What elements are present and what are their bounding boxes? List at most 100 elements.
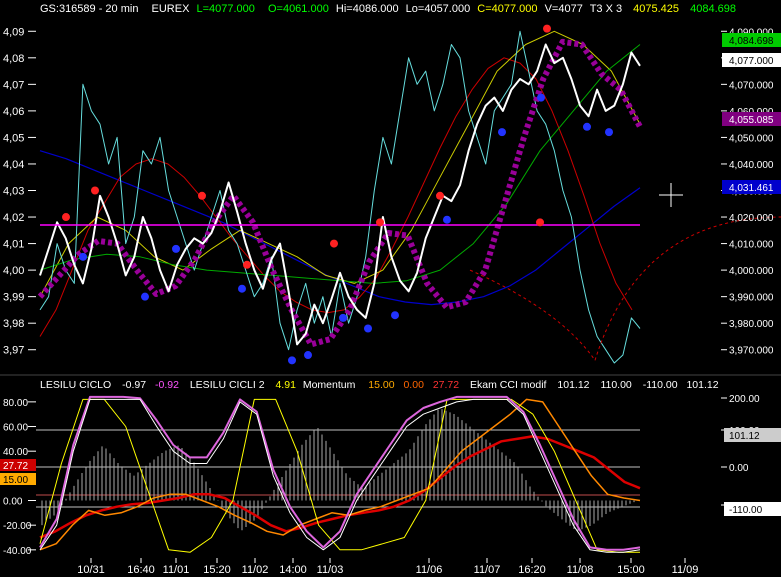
y-tick-label-left: 4,03 [3,186,24,198]
y-tick-label-left: 4,02 [3,212,24,224]
time-tick-label: 15:00 [617,564,645,576]
ind2-name2: Momentum [303,379,356,391]
time-axis: 10/31 16:40 11/01 15:20 11/02 14:00 11/03 11/06… [77,558,698,576]
time-tick-label: 15:20 [203,564,231,576]
indicator-flag-right-label: -110.00 [729,505,763,516]
cycle-top-marker [91,186,99,195]
indicator-tick-label-left: 80.00 [3,398,28,409]
y-tick-label-left: 4,09 [3,26,24,38]
indicator-panel-series [39,395,641,553]
header-symbol: GS:316589 - 20 min [40,3,138,15]
header-close: C=4077.000 [477,3,537,15]
indicator-axis-right: 200.00100.000.00-100.00 [721,394,763,512]
cycle-top-marker [536,218,544,227]
time-tick-label: 11/06 [416,564,443,576]
cycle-bottom-marker [583,122,591,131]
ind3-v4: 101.12 [686,379,718,391]
cycle-bottom-marker [339,313,347,322]
ind1-name: LESILU CICLO [40,379,111,391]
time-tick-label: 11/07 [474,564,501,576]
time-tick-label: 16:40 [127,564,155,576]
price-panel-background [0,0,781,375]
y-tick-label-left: 3,97 [3,345,24,357]
cycle-bottom-marker [498,128,506,137]
indicator-tick-label-left: -20.00 [3,521,32,532]
ind1-v2: -0.92 [155,379,179,391]
y-tick-label-left: 4,04 [3,159,24,171]
indicator-tick-label-left: 0.00 [3,497,23,508]
price-panel: 4,09 4,08 4,07 4,06 4,05 4,04 4,03 4,02 4,01 4,00… [0,0,781,375]
ind3-v2: 110.00 [600,379,631,391]
cycle-bottom-marker [79,252,87,261]
indicator-header: LESILU CICLO -0.97 -0.92 LESILU CICLI 2 … [40,379,719,391]
cycle-bottom-marker [605,128,613,137]
chart-window: 4,09 4,08 4,07 4,06 4,05 4,04 4,03 4,02 4,01 4,00… [0,0,781,577]
header-exchange: EUREX [152,3,191,15]
chart-canvas[interactable]: 4,09 4,08 4,07 4,06 4,05 4,04 4,03 4,02 4,01 4,00… [0,0,781,577]
indicator-tick-label-left: 60.00 [3,423,28,434]
y-tick-label-right: 3,980.000 [729,319,774,330]
price-flag-label: 4,084.698 [729,36,774,47]
ind1-v1: -0.97 [122,379,146,391]
cycle-bottom-marker [141,292,149,301]
indicator-tick-label-right: 0.00 [729,463,749,474]
y-tick-label-left: 4,08 [3,53,24,65]
cycle-top-marker [436,191,444,200]
cycle-top-marker [543,24,551,33]
header-value-a: 4075.425 [633,3,679,15]
indicator-flag-left-label: 15.00 [3,475,28,486]
price-flag-label: 4,077.000 [729,56,774,67]
y-tick-label-right: 3,990.000 [729,293,774,304]
indicator-flag-left-label: 27.72 [3,461,28,472]
price-flag-label: 4,031.461 [729,183,774,194]
y-tick-label-right: 4,050.000 [729,133,774,144]
time-tick-label: 14:00 [279,564,307,576]
ind2-v2: 15.00 [368,379,394,391]
header-open: O=4061.000 [268,3,329,15]
ind3-v3: -110.00 [643,379,678,391]
cycle-bottom-marker [238,284,246,293]
time-tick-label: 11/03 [317,564,344,576]
cycle-bottom-marker [391,311,399,320]
cycle-bottom-marker [364,324,372,333]
cycle-top-marker [243,260,251,269]
cycle-top-marker [62,213,70,222]
header-value-b: 4084.698 [690,3,736,15]
cycle-bottom-marker [172,244,180,253]
indicator-tick-label-right: 200.00 [729,394,760,405]
cycle-top-marker [330,239,338,248]
y-tick-label-left: 3,98 [3,318,24,330]
ind2-v1: 4.91 [275,379,296,391]
time-tick-label: 11/02 [242,564,269,576]
time-tick-label: 11/01 [163,564,190,576]
y-tick-label-right: 4,020.000 [729,213,774,224]
cycle-bottom-marker [443,215,451,224]
y-tick-label-right: 3,970.000 [729,346,774,357]
y-tick-label-right: 4,070.000 [729,80,774,91]
time-tick-label: 11/08 [567,564,594,576]
ind3-v1: 101.12 [557,379,589,391]
time-tick-label: 16:20 [518,564,546,576]
ind2-v3: 0.00 [403,379,424,391]
ind2-name: LESILU CICLI 2 [190,379,265,391]
y-tick-label-right: 4,040.000 [729,160,774,171]
indicator-flag-right-label: 101.12 [729,431,760,442]
cycle-bottom-marker [288,356,296,365]
y-tick-label-right: 4,010.000 [729,240,774,251]
ind3-name: Ekam CCI modif [470,379,547,391]
header-volume: V=4077 [545,3,583,15]
header-last: L=4077.000 [196,3,254,15]
cycle-bottom-marker [537,93,545,102]
indicator-panel: 80.0060.0040.0020.000.00-20.00-40.00 200… [0,394,781,557]
header-bar-type: T3 X 3 [590,3,622,15]
y-tick-label-left: 3,99 [3,292,24,304]
header-low: Lo=4057.000 [406,3,471,15]
indicator-tick-label-left: 40.00 [3,447,28,458]
header-high: Hi=4086.000 [336,3,399,15]
indicator-tick-label-left: -40.00 [3,546,32,557]
cycle-top-marker [376,218,384,227]
price-flag-label: 4,055.085 [729,115,774,126]
y-tick-label-left: 4,07 [3,79,24,91]
ind2-v4: 27.72 [433,379,459,391]
y-tick-label-left: 4,05 [3,132,24,144]
